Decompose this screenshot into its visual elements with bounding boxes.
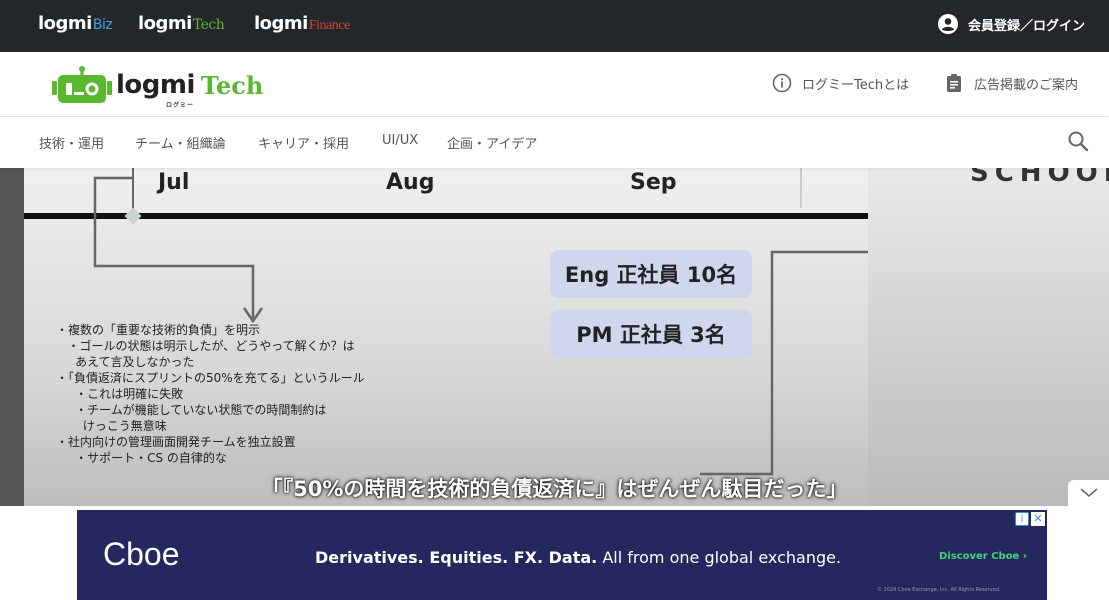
robot-logo-icon [52, 66, 112, 103]
cboe-logo: Cboe [103, 536, 180, 572]
search-icon[interactable] [1067, 130, 1089, 152]
account-icon [937, 14, 958, 34]
note-line: ・社内向けの管理画面開発チームを独立設置 [56, 435, 296, 449]
advertising-label: 広告掲載のご案内 [974, 77, 1079, 93]
ad-cta-link[interactable]: Discover Cboe › [939, 551, 1027, 562]
logo-tech: Tech [200, 70, 264, 100]
advertising-link[interactable]: 広告掲載のご案内 [944, 73, 1078, 93]
ad-banner-area: Cboe Derivatives. Equities. FX. Data. Al… [0, 506, 1109, 600]
nav-item-uiux[interactable]: UI/UX [382, 133, 418, 148]
logo-word: logmi [116, 70, 195, 100]
nav-item-team[interactable]: チーム・組織論 [135, 133, 226, 152]
pm-headcount-badge: PM 正社員 3名 [550, 310, 752, 358]
logo-wordmark: logmi ログミー [116, 70, 195, 109]
chevron-down-icon [1080, 488, 1097, 497]
site-name: logmi [254, 13, 308, 34]
ad-collapse-button[interactable] [1068, 480, 1109, 506]
site-sub: Finance [308, 18, 350, 33]
ad-legal-text: © 2024 Cboe Exchange, Inc. All Rights Re… [877, 587, 1001, 593]
about-label: ログミーTechとは [802, 77, 910, 93]
site-switcher-bar: logmi Biz logmi Tech logmi Finance 会員登録／ログイ… [0, 0, 1109, 52]
site-link-logmi-tech[interactable]: logmi Tech [138, 13, 225, 34]
site-link-logmi-biz[interactable]: logmi Biz [38, 13, 113, 34]
login-label: 会員登録／ログイン [967, 18, 1085, 34]
info-icon [772, 73, 792, 93]
ad-headline: Derivatives. Equities. FX. Data. All fro… [315, 548, 841, 567]
login-button[interactable]: 会員登録／ログイン [937, 14, 1085, 34]
nav-item-career[interactable]: キャリア・採用 [258, 133, 349, 152]
ad-headline-rest: All from one global exchange. [597, 548, 842, 567]
site-sub: Biz [92, 17, 113, 33]
note-line: ・複数の「重要な技術的負債」を明示 [56, 323, 261, 337]
site-header: logmi ログミー Tech ログミーTechとは 広告掲載のご案内 [0, 52, 1109, 117]
article-hero-image: SCHOOL Jul Aug Sep Eng 正社員 10名 PM 正社員 3名… [0, 168, 1109, 506]
site-name: logmi [38, 13, 92, 34]
nav-item-engineering[interactable]: 技術・運用 [39, 133, 104, 152]
note-line: ・「負債返済にスプリントの50%を充てる」というルール [56, 371, 365, 385]
note-line: ・チームが機能していない状態での時間制約は [56, 403, 327, 417]
logmi-tech-logo[interactable]: logmi ログミー Tech [52, 65, 264, 109]
nav-item-planning[interactable]: 企画・アイデア [447, 133, 537, 152]
eng-headcount-badge: Eng 正社員 10名 [550, 250, 752, 298]
note-line: ・ゴールの状態は明示したが、どうやって解くか？は [56, 339, 355, 353]
cboe-ad-banner[interactable]: Cboe Derivatives. Equities. FX. Data. Al… [77, 510, 1047, 600]
slide-notes: ・複数の「重要な技術的負債」を明示 ・ゴールの状態は明示したが、どうやって解くか… [56, 322, 365, 466]
ad-close-icon[interactable]: ✕ [1031, 512, 1045, 526]
ad-headline-bold: Derivatives. Equities. FX. Data. [315, 548, 598, 567]
clipboard-icon [947, 74, 961, 92]
note-line: ・これは明確に失敗 [56, 387, 184, 401]
note-line: あえて言及しなかった [56, 355, 195, 369]
logo-kana: ログミー [166, 102, 195, 109]
site-sub: Tech [192, 17, 225, 33]
note-line: けっこう無意味 [56, 419, 167, 433]
note-line: ・サポート・CS の自律的な [56, 451, 227, 465]
site-link-logmi-finance[interactable]: logmi Finance [254, 13, 350, 34]
ad-info-icon[interactable]: i [1015, 512, 1029, 526]
site-name: logmi [138, 13, 192, 34]
article-headline: 「『50%の時間を技術的負債返済に』はぜんぜん駄目だった」 [261, 477, 848, 501]
category-nav: 技術・運用 チーム・組織論 キャリア・採用 UI/UX 企画・アイデア [0, 117, 1109, 168]
about-link[interactable]: ログミーTechとは [772, 73, 909, 93]
